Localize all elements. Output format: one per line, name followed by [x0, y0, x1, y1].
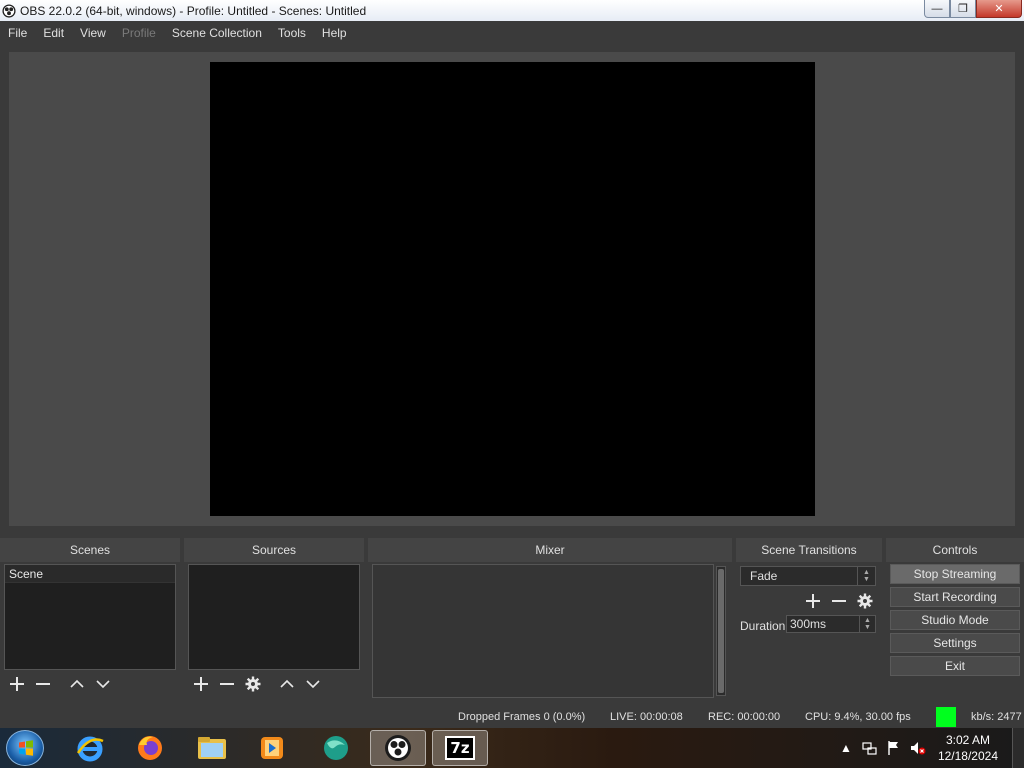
- browser-icon[interactable]: [308, 730, 364, 766]
- show-hidden-icons-icon[interactable]: ▲: [838, 740, 854, 756]
- scenes-dock: Scenes Scene: [0, 538, 180, 702]
- action-center-flag-icon[interactable]: [886, 740, 902, 756]
- duration-field[interactable]: 300ms ▲ ▼: [786, 615, 876, 633]
- menu-help[interactable]: Help: [314, 21, 355, 45]
- sources-list[interactable]: [188, 564, 360, 670]
- controls-header: Controls: [886, 538, 1024, 562]
- rec-time-status: REC: 00:00:00: [708, 711, 781, 723]
- bitrate-status: kb/s: 2477: [971, 711, 1022, 723]
- mixer-panel: [372, 564, 714, 698]
- window-title: OBS 22.0.2 (64-bit, windows) - Profile: …: [20, 3, 367, 18]
- exit-button[interactable]: Exit: [890, 656, 1020, 676]
- menu-edit[interactable]: Edit: [35, 21, 72, 45]
- live-time-status: LIVE: 00:00:08: [610, 711, 683, 723]
- dropped-frames-status: Dropped Frames 0 (0.0%): [458, 711, 586, 723]
- start-recording-button[interactable]: Start Recording: [890, 587, 1020, 607]
- taskbar-clock[interactable]: 3:02 AM 12/18/2024: [938, 732, 998, 764]
- mixer-header: Mixer: [368, 538, 732, 562]
- source-properties-gear-icon[interactable]: [244, 675, 262, 693]
- move-source-down-icon[interactable]: [304, 675, 322, 693]
- transition-select-value: Fade: [750, 569, 778, 583]
- transition-properties-gear-icon[interactable]: [856, 592, 874, 610]
- add-source-icon[interactable]: [192, 675, 210, 693]
- menu-scene-collection[interactable]: Scene Collection: [164, 21, 270, 45]
- close-button[interactable]: ✕: [976, 0, 1022, 18]
- menu-profile[interactable]: Profile: [114, 21, 164, 45]
- 7zip-label: 7z: [445, 736, 475, 760]
- menu-tools[interactable]: Tools: [270, 21, 314, 45]
- start-button[interactable]: [6, 730, 44, 766]
- scene-item[interactable]: Scene: [5, 565, 175, 583]
- scenes-list[interactable]: Scene: [4, 564, 176, 670]
- 7zip-icon[interactable]: 7z: [432, 730, 488, 766]
- cpu-status: CPU: 9.4%, 30.00 fps: [805, 711, 911, 723]
- title-bar: OBS 22.0.2 (64-bit, windows) - Profile: …: [0, 0, 1024, 21]
- sources-header: Sources: [184, 538, 364, 562]
- stream-health-indicator: [936, 707, 956, 727]
- internet-explorer-icon[interactable]: [62, 730, 118, 766]
- stop-streaming-button[interactable]: Stop Streaming: [890, 564, 1020, 584]
- studio-mode-button[interactable]: Studio Mode: [890, 610, 1020, 630]
- file-explorer-icon[interactable]: [184, 730, 240, 766]
- preview-canvas[interactable]: [210, 62, 815, 516]
- sources-dock: Sources: [184, 538, 364, 702]
- preview-area: [9, 52, 1015, 526]
- maximize-button[interactable]: ❐: [950, 0, 976, 18]
- duration-value: 300ms: [790, 617, 827, 631]
- move-scene-down-icon[interactable]: [94, 675, 112, 693]
- media-player-icon[interactable]: [244, 730, 300, 766]
- scenes-toolbar: [4, 670, 176, 698]
- windows-logo-icon: [19, 740, 33, 756]
- scenes-header: Scenes: [0, 538, 180, 562]
- menu-view[interactable]: View: [72, 21, 114, 45]
- remove-transition-icon[interactable]: [830, 592, 848, 610]
- clock-time: 3:02 AM: [945, 733, 990, 747]
- move-source-up-icon[interactable]: [278, 675, 296, 693]
- mixer-dock: Mixer: [368, 538, 732, 702]
- windows-taskbar: 7z ▲ 3:02 AM 12/18/2024: [0, 728, 1024, 768]
- settings-button[interactable]: Settings: [890, 633, 1020, 653]
- move-scene-up-icon[interactable]: [68, 675, 86, 693]
- status-bar: Dropped Frames 0 (0.0%) LIVE: 00:00:08 R…: [0, 706, 1024, 728]
- add-transition-icon[interactable]: [804, 592, 822, 610]
- menu-bar: File Edit View Profile Scene Collection …: [0, 21, 1024, 45]
- mixer-scrollbar-thumb[interactable]: [718, 569, 724, 693]
- transitions-header: Scene Transitions: [736, 538, 882, 562]
- remove-source-icon[interactable]: [218, 675, 236, 693]
- system-tray: ▲ 3:02 AM 12/18/2024: [838, 728, 1024, 768]
- select-arrows-icon: ▲ ▼: [857, 567, 875, 585]
- show-desktop-button[interactable]: [1012, 728, 1024, 768]
- duration-label: Duration: [740, 619, 786, 633]
- menu-file[interactable]: File: [0, 21, 35, 45]
- spinner-arrows-icon[interactable]: ▲ ▼: [859, 616, 875, 632]
- sources-toolbar: [188, 670, 360, 698]
- remove-scene-icon[interactable]: [34, 675, 52, 693]
- clock-date: 12/18/2024: [937, 749, 998, 763]
- network-icon[interactable]: [862, 740, 878, 756]
- add-scene-icon[interactable]: [8, 675, 26, 693]
- controls-dock: Controls Stop Streaming Start Recording …: [886, 538, 1024, 702]
- obs-icon[interactable]: [370, 730, 426, 766]
- firefox-icon[interactable]: [122, 730, 178, 766]
- mixer-scrollbar[interactable]: [716, 566, 726, 696]
- obs-app-icon: [2, 3, 16, 18]
- transitions-dock: Scene Transitions Fade ▲ ▼ Duration 300ms…: [736, 538, 882, 702]
- transition-select[interactable]: Fade ▲ ▼: [740, 566, 876, 586]
- volume-muted-icon[interactable]: [910, 740, 926, 756]
- minimize-button[interactable]: —: [924, 0, 950, 18]
